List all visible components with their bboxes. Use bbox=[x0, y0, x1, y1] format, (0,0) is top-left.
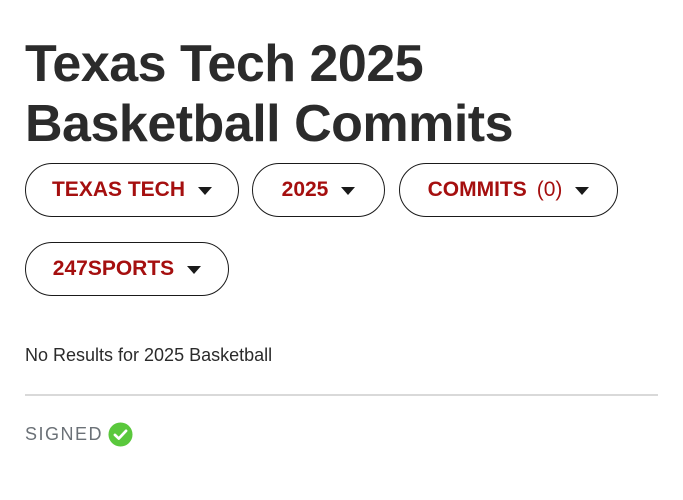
signed-label: SIGNED bbox=[25, 423, 104, 444]
section-divider bbox=[25, 394, 658, 396]
source-filter-dropdown[interactable]: 247SPORTS bbox=[25, 242, 229, 296]
team-filter-label: TEXAS TECH bbox=[51, 178, 185, 201]
caret-down-icon bbox=[575, 187, 590, 195]
year-filter-label: 2025 bbox=[281, 178, 329, 201]
source-filter-label: 247SPORTS bbox=[52, 257, 175, 280]
caret-down-icon bbox=[341, 187, 356, 195]
caret-down-icon bbox=[187, 266, 202, 274]
team-filter-dropdown[interactable]: TEXAS TECH bbox=[25, 163, 239, 217]
commit-count: (0) bbox=[536, 178, 563, 201]
commit-type-filter-label: COMMITS bbox=[427, 178, 527, 201]
caret-down-icon bbox=[198, 187, 212, 195]
commit-type-filter-dropdown[interactable]: COMMITS (0) bbox=[399, 163, 618, 217]
empty-results-message: No Results for 2025 Basketball bbox=[25, 345, 273, 365]
page-title: Texas Tech 2025 Basketball Commits bbox=[25, 35, 514, 153]
check-circle-icon bbox=[107, 421, 133, 447]
signed-legend: SIGNED bbox=[25, 421, 133, 447]
year-filter-dropdown[interactable]: 2025 bbox=[252, 163, 385, 217]
